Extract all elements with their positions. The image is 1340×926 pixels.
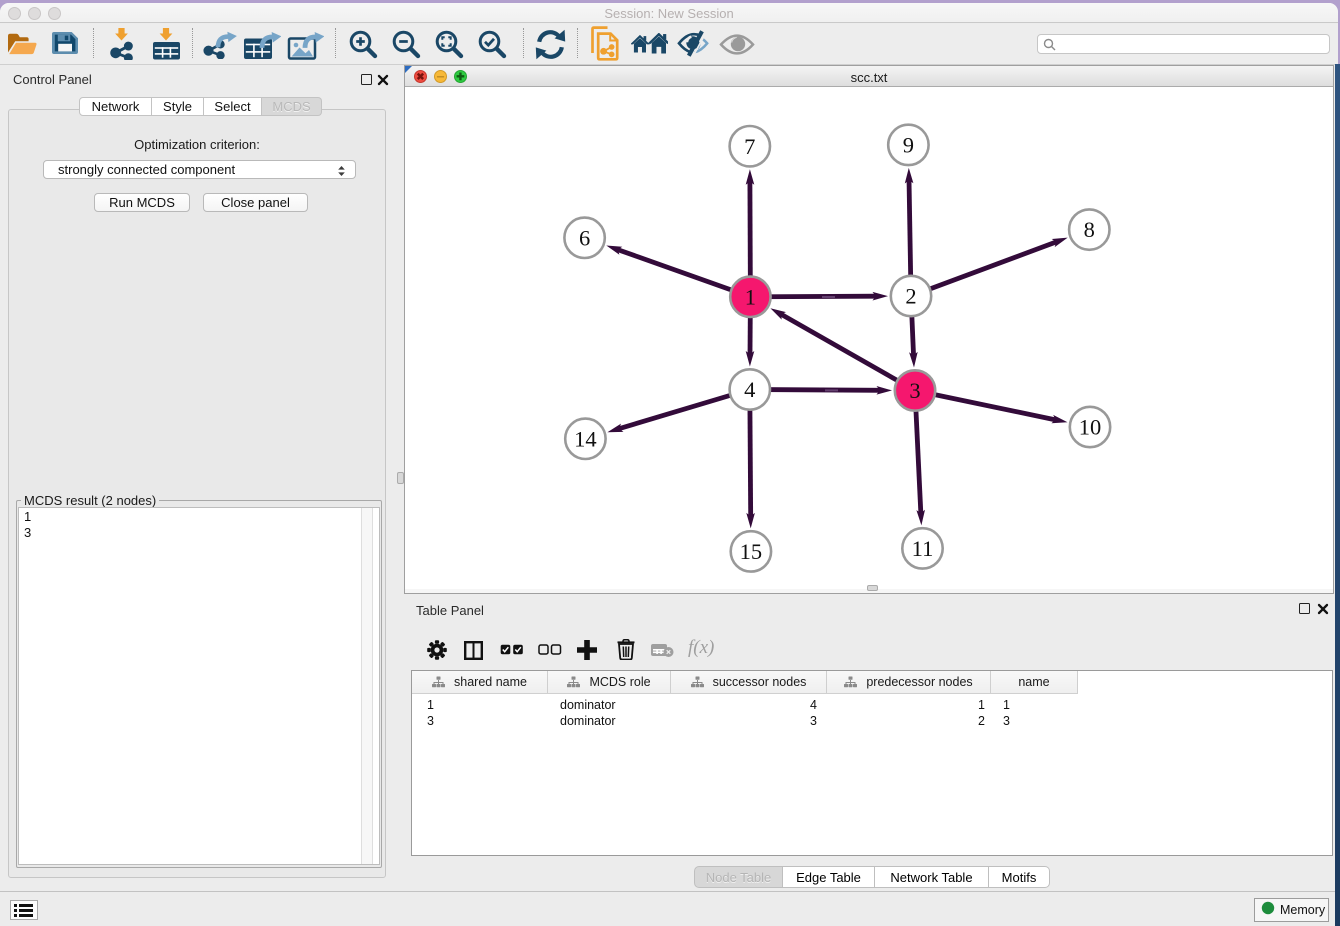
svg-text:9: 9 [903, 133, 914, 158]
svg-text:14: 14 [574, 426, 597, 451]
svg-text:11: 11 [912, 536, 934, 561]
svg-text:2: 2 [905, 284, 916, 309]
svg-text:4: 4 [744, 377, 755, 402]
svg-text:10: 10 [1079, 415, 1102, 440]
svg-text:15: 15 [740, 539, 763, 564]
svg-text:3: 3 [909, 378, 920, 403]
svg-text:8: 8 [1084, 217, 1095, 242]
svg-text:7: 7 [744, 134, 755, 159]
svg-text:1: 1 [745, 284, 756, 309]
svg-text:6: 6 [579, 225, 590, 250]
